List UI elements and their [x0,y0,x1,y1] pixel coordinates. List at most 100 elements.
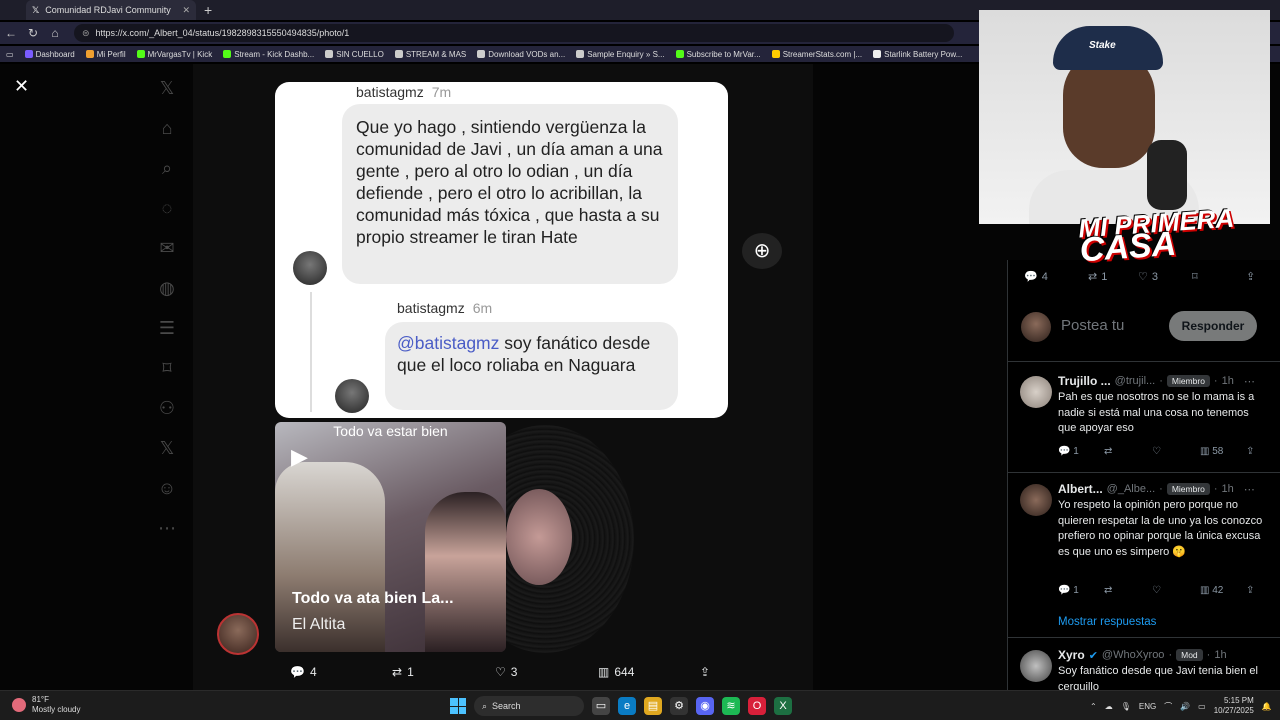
browser-tab[interactable]: 𝕏 Comunidad RDJavi Community ✕ [26,0,196,20]
bookmark-item[interactable]: Sample Enquiry » S... [576,50,665,59]
task-view-icon[interactable]: ▭ [592,697,610,715]
reply-input[interactable]: Postea tu [1061,317,1124,334]
bookmark-label: Download VODs an... [488,49,566,59]
reply-icon[interactable]: 💬 1 [1058,585,1079,596]
bookmark-icon[interactable]: ⌑ [1192,270,1198,283]
bookmark-item[interactable]: Stream - Kick Dashb... [223,50,314,59]
explore-nav-icon[interactable]: ⌕ [155,158,179,182]
discord-icon[interactable]: ◉ [696,697,714,715]
more-nav-icon[interactable]: ⋯ [155,518,179,542]
repost-action[interactable]: ⇄ 1 [392,665,414,679]
panel-reply-action[interactable]: 💬 4 [1024,270,1048,284]
premium-nav-icon[interactable]: 𝕏 [155,438,179,462]
bookmark-item[interactable]: Starlink Battery Pow... [873,50,962,59]
avatar [1020,650,1052,682]
bookmarks-nav-icon[interactable]: ⌑ [155,358,179,382]
reply-item[interactable]: Xyro ✔ @WhoXyroo · Mod · 1h Soy fanático… [1008,646,1280,693]
weather-widget[interactable]: 81°F Mostly cloudy [12,695,80,715]
file-explorer-icon[interactable]: ▤ [644,697,662,715]
home-nav-icon[interactable]: ⌂ [155,118,179,142]
notification-icon[interactable]: 🔔 [1262,702,1272,711]
share-icon[interactable]: ⇪ [1246,585,1254,596]
message-time: 7m [431,84,452,100]
heart-icon[interactable]: ♡ [1152,446,1161,457]
notifications-nav-icon[interactable]: ◌ [155,198,179,222]
x-logo-nav-icon[interactable]: 𝕏 [155,78,179,102]
excel-icon[interactable]: X [774,697,792,715]
mic-icon[interactable]: 🎙 [1121,702,1131,711]
windows-start-icon[interactable] [450,698,466,714]
like-action[interactable]: ♡ 3 [495,665,517,679]
reply-time: 1h [1221,483,1234,495]
heart-icon[interactable]: ♡ [1152,585,1161,596]
onedrive-icon[interactable]: ☁ [1105,702,1113,711]
bookmarks-icon[interactable]: ▭ [6,50,14,59]
reload-icon[interactable]: ↻ [22,26,44,40]
battery-icon[interactable]: ▭ [1198,702,1206,711]
panel-reply-count: 4 [1041,270,1048,283]
bookmark-favicon-icon [136,50,145,58]
music-card[interactable]: Todo va estar bien ▶ Todo va ata bien La… [275,422,506,652]
new-tab-button[interactable]: + [204,2,212,18]
play-icon[interactable]: ▶ [291,444,308,470]
edge-icon[interactable]: e [618,697,636,715]
lists-nav-icon[interactable]: ☰ [155,318,179,342]
volume-icon[interactable]: 🔊 [1180,702,1190,711]
spotify-icon[interactable]: ≋ [722,697,740,715]
avatar [335,379,369,413]
bookmark-favicon-icon [675,50,684,58]
views-action[interactable]: ▥ 644 [598,665,634,679]
panel-like-action[interactable]: ♡ 3 [1138,270,1158,284]
tab-title: Comunidad RDJavi Community [45,5,171,15]
bookmark-item[interactable]: MrVargasTv | Kick [136,50,212,59]
bookmark-favicon-icon [24,50,33,58]
repost-icon[interactable]: ⇄ [1104,446,1112,457]
bookmark-item[interactable]: Subscribe to MrVar... [675,50,761,59]
bookmark-item[interactable]: StreamerStats.com |... [771,50,862,59]
reply-handle: @trujil... [1114,375,1156,387]
bookmark-item[interactable]: SIN CUELLO [325,50,384,59]
back-icon[interactable]: ← [0,26,22,40]
profile-nav-icon[interactable]: ☺ [155,478,179,502]
reply-header: batistagmz 6m [397,300,492,316]
clock[interactable]: 5:15 PM 10/27/2025 [1214,696,1254,716]
more-icon[interactable]: ⋯ [1244,483,1255,496]
grok-nav-icon[interactable]: ◍ [155,278,179,302]
communities-nav-icon[interactable]: ⚇ [155,398,179,422]
show-replies-link[interactable]: Mostrar respuestas [1058,616,1156,628]
share-action[interactable]: ⇪ [700,665,710,679]
opera-icon[interactable]: O [748,697,766,715]
bookmark-item[interactable]: STREAM & MAS [394,49,467,59]
chevron-up-icon[interactable]: ⌃ [1090,702,1097,711]
messages-nav-icon[interactable]: ✉ [155,238,179,262]
tab-close-icon[interactable]: ✕ [182,5,190,16]
bookmark-item[interactable]: Dashboard [24,50,75,59]
reply-icon[interactable]: 💬 1 [1058,446,1079,457]
reply-item[interactable]: Albert... @_Albe... · Miembro · 1h ⋯ Yo … [1008,480,1280,640]
bookmark-label: STREAM & MAS [405,49,467,59]
home-icon[interactable]: ⌂ [44,26,66,40]
reply-text: Yo respeto la opinión pero porque no qui… [1058,499,1263,558]
more-icon[interactable]: ⋯ [1244,375,1255,388]
reply-button[interactable]: Responder [1169,311,1257,341]
zoom-button[interactable]: ⊕ [742,233,782,269]
wifi-icon[interactable]: ⌒ [1164,701,1172,712]
close-viewer-icon[interactable]: ✕ [14,76,29,97]
reply-action[interactable]: 💬 4 [290,665,317,679]
panel-repost-action[interactable]: ⇄ 1 [1088,270,1107,284]
share-icon[interactable]: ⇪ [1246,446,1254,457]
repost-icon[interactable]: ⇄ [1104,585,1112,596]
author-avatar[interactable] [217,613,259,655]
bookmark-item[interactable]: Mi Perfil [85,50,126,59]
site-info-icon[interactable]: ⊜ [82,28,90,39]
settings-icon[interactable]: ⚙ [670,697,688,715]
reply-time: 6m [472,300,493,316]
views-icon[interactable]: ▥ 58 [1200,446,1223,457]
taskbar-search[interactable]: ⌕ Search [474,696,584,716]
bookmark-item[interactable]: Download VODs an... [477,50,565,59]
language[interactable]: ENG [1139,702,1156,711]
share-icon[interactable]: ⇪ [1246,270,1255,283]
reply-item[interactable]: Trujillo ... @trujil... · Miembro · 1h ⋯… [1008,372,1280,472]
url-field[interactable]: ⊜ https://x.com/_Albert_04/status/198289… [74,24,954,42]
views-icon[interactable]: ▥ 42 [1200,585,1223,596]
